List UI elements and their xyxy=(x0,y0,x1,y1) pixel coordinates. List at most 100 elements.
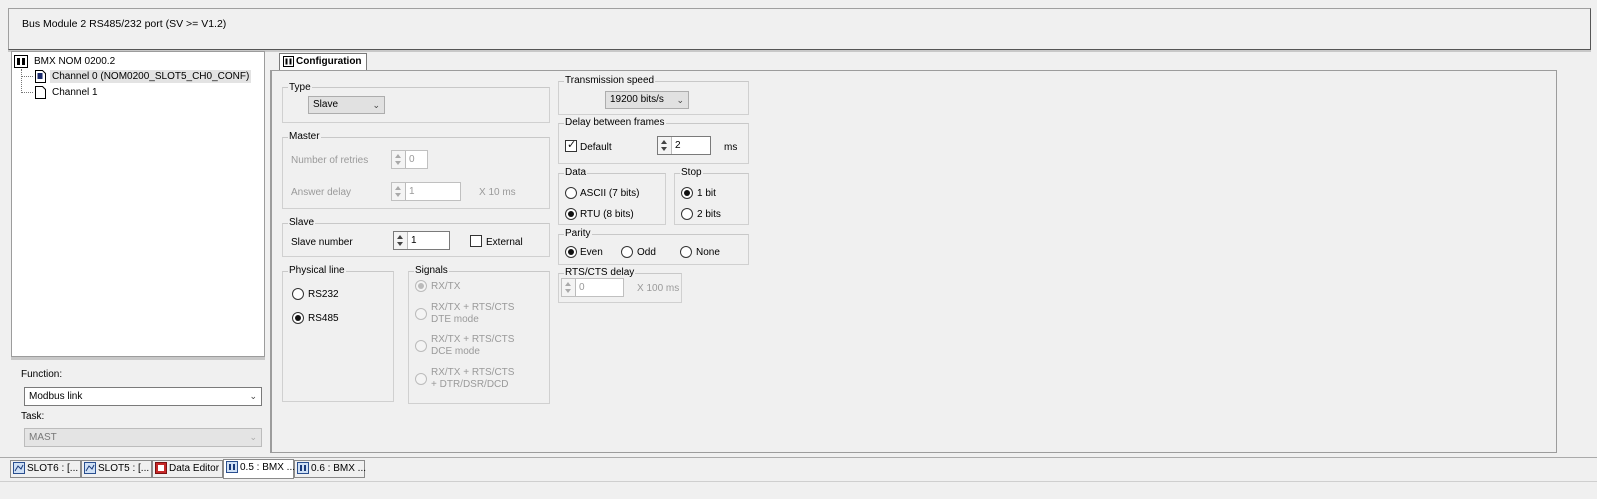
data-bits-title: Data xyxy=(564,167,588,178)
module-tree: BMX NOM 0200.2 Channel 0 (NOM0200_SLOT5_… xyxy=(11,51,265,357)
rts-cts-delay-value: 0 xyxy=(579,282,585,293)
tab-label: Configuration xyxy=(296,56,362,67)
doc-tab-label: 0.6 : BMX ... xyxy=(311,463,367,474)
stepper-arrows-icon[interactable] xyxy=(394,232,408,249)
module-icon xyxy=(14,55,28,68)
config-tab-strip: Configuration xyxy=(270,51,1557,71)
doc-tab-module-06[interactable]: 0.6 : BMX ... xyxy=(294,460,367,478)
channel-config-icon xyxy=(35,70,46,83)
parity-even-label: Even xyxy=(580,247,603,258)
doc-tab-data-editor[interactable]: Data Editor xyxy=(152,460,223,478)
chevron-down-icon: ⌄ xyxy=(676,95,684,105)
type-value: Slave xyxy=(313,99,339,110)
function-select[interactable]: Modbus link ⌄ xyxy=(24,387,262,406)
external-checkbox[interactable] xyxy=(470,235,482,247)
task-value: MAST xyxy=(29,432,57,443)
ascii-label: ASCII (7 bits) xyxy=(580,188,640,199)
default-delay-checkbox[interactable] xyxy=(565,138,577,152)
tree-root[interactable]: BMX NOM 0200.2 xyxy=(14,55,117,68)
signal-dtr-label-2: + DTR/DSR/DCD xyxy=(431,379,509,390)
stepper-arrows-icon[interactable] xyxy=(658,137,672,154)
stepper-arrows-icon xyxy=(392,183,406,200)
signal-rxtx-radio xyxy=(415,280,427,292)
module-config-icon xyxy=(297,462,309,475)
slave-number-value: 1 xyxy=(411,235,417,246)
stepper-arrows-icon xyxy=(392,151,406,168)
tree-item-channel-0[interactable]: Channel 0 (NOM0200_SLOT5_CH0_CONF) xyxy=(35,70,252,84)
signal-dte-label-1: RX/TX + RTS/CTS xyxy=(431,302,515,313)
function-task-panel: Function: Modbus link ⌄ Task: MAST ⌄ xyxy=(11,357,265,453)
delay-frames-value: 2 xyxy=(675,140,681,151)
signal-dce-label-2: DCE mode xyxy=(431,346,480,357)
rs232-radio[interactable] xyxy=(292,288,304,300)
chevron-down-icon: ⌄ xyxy=(249,391,257,401)
slave-number-stepper[interactable]: 1 xyxy=(393,231,450,250)
doc-tab-slot5[interactable]: SLOT5 : [... xyxy=(81,460,152,478)
answer-delay-value: 1 xyxy=(409,186,415,197)
parity-even-radio[interactable] xyxy=(565,246,577,258)
chevron-down-icon: ⌄ xyxy=(249,432,257,442)
configuration-panel: Type Slave ⌄ Master Number of retries 0 … xyxy=(270,70,1557,453)
retries-value: 0 xyxy=(409,154,415,165)
transmission-speed-select[interactable]: 19200 bits/s ⌄ xyxy=(605,91,689,109)
rtu-radio[interactable] xyxy=(565,208,577,220)
status-bar xyxy=(0,481,1597,499)
delay-frames-title: Delay between frames xyxy=(564,117,666,128)
type-select[interactable]: Slave ⌄ xyxy=(308,96,385,114)
doc-tab-slot6[interactable]: SLOT6 : [... xyxy=(10,460,81,478)
signal-rxtx-label: RX/TX xyxy=(431,281,461,292)
tab-configuration[interactable]: Configuration xyxy=(279,53,367,71)
parity-title: Parity xyxy=(564,228,592,239)
parity-none-radio[interactable] xyxy=(680,246,692,258)
stepper-arrows-icon xyxy=(562,279,576,296)
tree-connector xyxy=(21,69,22,93)
signal-dte-label-2: DTE mode xyxy=(431,314,479,325)
slave-group-title: Slave xyxy=(288,217,316,228)
delay-frames-stepper[interactable]: 2 xyxy=(657,136,711,155)
chevron-down-icon: ⌄ xyxy=(372,100,380,110)
tree-root-label: BMX NOM 0200.2 xyxy=(34,56,116,68)
doc-tab-label: SLOT6 : [... xyxy=(27,463,79,474)
task-label: Task: xyxy=(21,411,45,422)
default-delay-label: Default xyxy=(580,142,612,153)
retries-label: Number of retries xyxy=(291,155,369,166)
signal-dtr-radio xyxy=(415,373,427,385)
signal-dte-radio xyxy=(415,308,427,320)
delay-frames-unit: ms xyxy=(724,142,738,153)
stop-2bits-label: 2 bits xyxy=(697,209,721,220)
parity-odd-radio[interactable] xyxy=(621,246,633,258)
slave-number-label: Slave number xyxy=(291,237,353,248)
signal-dce-label-1: RX/TX + RTS/CTS xyxy=(431,334,515,345)
stop-1bit-label: 1 bit xyxy=(697,188,716,199)
doc-tab-label: Data Editor xyxy=(169,463,220,474)
rs485-radio[interactable] xyxy=(292,312,304,324)
rts-cts-delay-title: RTS/CTS delay xyxy=(564,267,636,278)
rtu-label: RTU (8 bits) xyxy=(580,209,634,220)
tree-item-channel-1[interactable]: Channel 1 xyxy=(35,86,100,99)
stop-1bit-radio[interactable] xyxy=(681,187,693,199)
configuration-icon xyxy=(283,55,294,67)
rack-icon xyxy=(13,462,25,475)
signal-dce-radio xyxy=(415,340,427,352)
module-config-icon xyxy=(226,461,238,474)
signals-title: Signals xyxy=(414,265,449,276)
document-tabs: SLOT6 : [... SLOT5 : [... Data Editor 0.… xyxy=(0,457,1597,479)
stop-bits-title: Stop xyxy=(680,167,703,178)
channel-document-icon xyxy=(35,86,46,99)
task-select: MAST ⌄ xyxy=(24,428,262,447)
parity-none-label: None xyxy=(696,247,720,258)
rts-cts-delay-stepper: 0 xyxy=(561,278,624,297)
ascii-radio[interactable] xyxy=(565,187,577,199)
rts-cts-delay-unit: X 100 ms xyxy=(637,283,680,294)
stop-2bits-radio[interactable] xyxy=(681,208,693,220)
function-label: Function: xyxy=(21,369,63,380)
data-editor-icon xyxy=(155,462,167,475)
external-label: External xyxy=(486,237,523,248)
doc-tab-module-05[interactable]: 0.5 : BMX ... xyxy=(223,459,295,479)
master-group-title: Master xyxy=(288,131,321,142)
doc-tab-label: SLOT5 : [... xyxy=(98,463,150,474)
module-title: Bus Module 2 RS485/232 port (SV >= V1.2) xyxy=(22,18,227,30)
function-value: Modbus link xyxy=(29,391,83,402)
tree-connector xyxy=(21,76,33,77)
parity-odd-label: Odd xyxy=(637,247,656,258)
